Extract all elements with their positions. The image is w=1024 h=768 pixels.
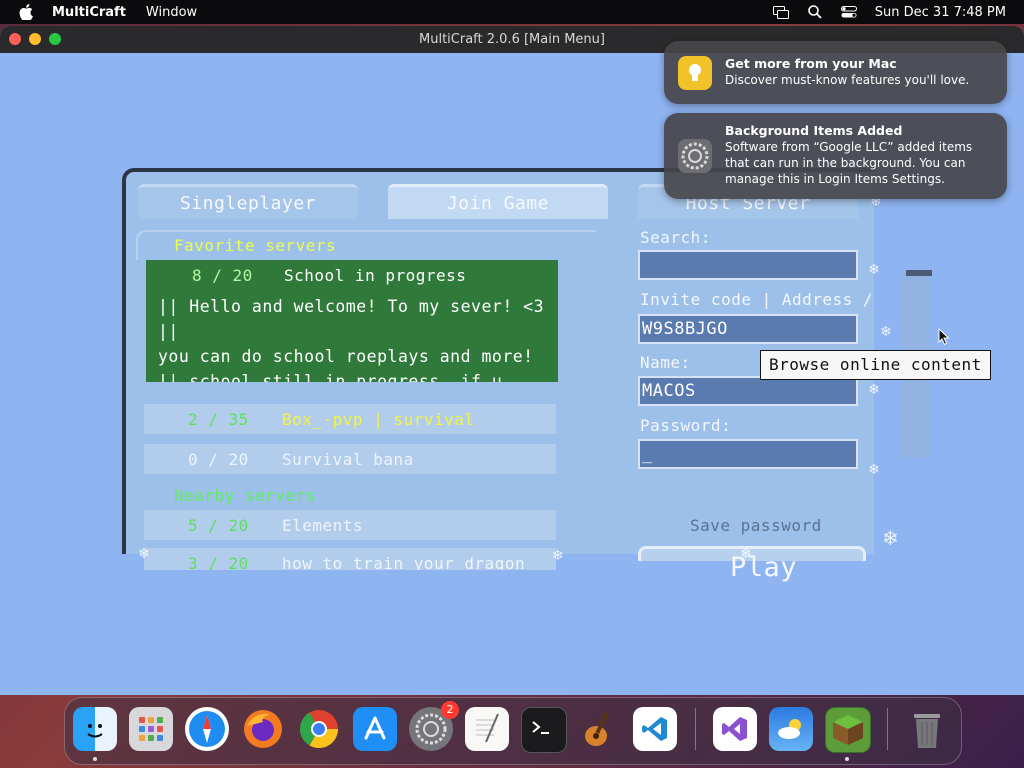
dock-separator bbox=[695, 708, 696, 750]
browse-online-tooltip: Browse online content bbox=[760, 350, 991, 380]
screen-mirroring-icon[interactable] bbox=[772, 5, 789, 19]
address-input[interactable]: W9S8BJGO bbox=[638, 314, 858, 344]
snowflake-icon: ❄ bbox=[552, 548, 564, 564]
snowflake-icon: ❄ bbox=[740, 546, 752, 562]
control-center-icon[interactable] bbox=[840, 5, 857, 19]
server-name: Elements bbox=[282, 516, 364, 535]
favorite-servers-label: Favorite servers bbox=[174, 236, 337, 255]
server-description: || Hello and welcome! To my sever! <3 ||… bbox=[158, 297, 545, 382]
tab-join-game[interactable]: Join Game bbox=[388, 184, 608, 219]
server-name: Survival bana bbox=[282, 450, 414, 469]
notification-get-more[interactable]: Get more from your Mac Discover must-kno… bbox=[664, 41, 1007, 104]
terminal-icon[interactable] bbox=[521, 707, 567, 753]
tab-singleplayer[interactable]: Singleplayer bbox=[138, 184, 358, 219]
server-player-count: 0 / 20 bbox=[188, 450, 249, 469]
snowflake-icon: ❄ bbox=[868, 262, 880, 278]
password-input[interactable]: _ bbox=[638, 439, 858, 469]
notification-body: Software from “Google LLC” added items t… bbox=[725, 140, 973, 186]
address-label: Invite code | Address / bbox=[640, 290, 874, 309]
app-store-icon[interactable] bbox=[353, 707, 397, 751]
firefox-icon[interactable] bbox=[241, 707, 285, 751]
mouse-pointer-icon bbox=[938, 328, 950, 346]
server-player-count: 2 / 35 bbox=[188, 410, 249, 429]
window-title: MultiCraft 2.0.6 [Main Menu] bbox=[419, 32, 605, 47]
search-label: Search: bbox=[640, 228, 711, 247]
save-password-checkbox[interactable]: Save password bbox=[690, 516, 822, 535]
dock-separator bbox=[887, 708, 888, 750]
scrollbar-handle[interactable] bbox=[906, 270, 932, 276]
launchpad-icon[interactable] bbox=[129, 707, 173, 751]
garageband-icon[interactable] bbox=[577, 707, 621, 751]
minimize-window-button[interactable] bbox=[29, 33, 41, 45]
system-settings-icon bbox=[678, 139, 712, 173]
dock: 2 bbox=[64, 697, 962, 765]
snowflake-icon: ❄ bbox=[138, 546, 150, 562]
visual-studio-icon[interactable] bbox=[713, 707, 757, 751]
menu-bar: MultiCraft Window Sun Dec 31 7:48 PM bbox=[0, 0, 1024, 24]
close-window-button[interactable] bbox=[9, 33, 21, 45]
snowflake-icon: ❄ bbox=[880, 324, 892, 340]
list-item-server[interactable]: 3 / 20 how to train your dragon bbox=[144, 548, 556, 570]
app-name-menu[interactable]: MultiCraft bbox=[52, 5, 126, 20]
notification-background-items[interactable]: Background Items Added Software from “Go… bbox=[664, 113, 1007, 199]
lightbulb-icon bbox=[678, 56, 712, 90]
name-input[interactable]: MACOS bbox=[638, 376, 858, 406]
weather-icon[interactable] bbox=[769, 707, 813, 751]
notification-title: Get more from your Mac bbox=[725, 56, 897, 71]
system-settings-icon[interactable]: 2 bbox=[409, 701, 459, 751]
textedit-icon[interactable] bbox=[465, 707, 509, 751]
spotlight-search-icon[interactable] bbox=[807, 5, 823, 19]
running-indicator bbox=[845, 757, 849, 761]
snowflake-icon: ❄ bbox=[882, 526, 899, 550]
menu-clock[interactable]: Sun Dec 31 7:48 PM bbox=[875, 5, 1006, 20]
zoom-window-button[interactable] bbox=[49, 33, 61, 45]
window-menu[interactable]: Window bbox=[146, 5, 197, 20]
running-indicator bbox=[93, 757, 97, 761]
name-label: Name: bbox=[640, 353, 691, 372]
server-name: how to train your dragon bbox=[282, 554, 526, 570]
vscode-icon[interactable] bbox=[633, 707, 677, 751]
list-item-server[interactable]: 2 / 35 Box_-pvp | survival bbox=[144, 404, 556, 434]
server-player-count: 8 / 20 bbox=[192, 266, 253, 285]
finder-icon[interactable] bbox=[73, 707, 117, 751]
multicraft-icon[interactable] bbox=[825, 707, 871, 753]
apple-menu-icon[interactable] bbox=[18, 4, 34, 20]
nearby-servers-label: Nearby servers bbox=[174, 486, 316, 505]
safari-icon[interactable] bbox=[185, 707, 229, 751]
snowflake-icon: ❄ bbox=[868, 462, 880, 478]
notification-body: Discover must-know features you'll love. bbox=[725, 73, 970, 87]
notification-title: Background Items Added bbox=[725, 123, 903, 138]
trash-icon[interactable] bbox=[905, 707, 949, 751]
snowflake-icon: ❄ bbox=[868, 382, 880, 398]
server-name: School in progress bbox=[284, 266, 467, 285]
notification-badge: 2 bbox=[441, 701, 459, 719]
chrome-icon[interactable] bbox=[297, 707, 341, 751]
list-item-server[interactable]: 5 / 20 Elements bbox=[144, 510, 556, 540]
server-player-count: 5 / 20 bbox=[188, 516, 249, 535]
password-label: Password: bbox=[640, 416, 732, 435]
search-input[interactable] bbox=[638, 250, 858, 280]
selected-server-row[interactable]: 8 / 20 School in progress || Hello and w… bbox=[146, 260, 558, 382]
server-name: Box_-pvp | survival bbox=[282, 410, 475, 429]
list-item-server[interactable]: 0 / 20 Survival bana bbox=[144, 444, 556, 474]
server-player-count: 3 / 20 bbox=[188, 554, 249, 570]
